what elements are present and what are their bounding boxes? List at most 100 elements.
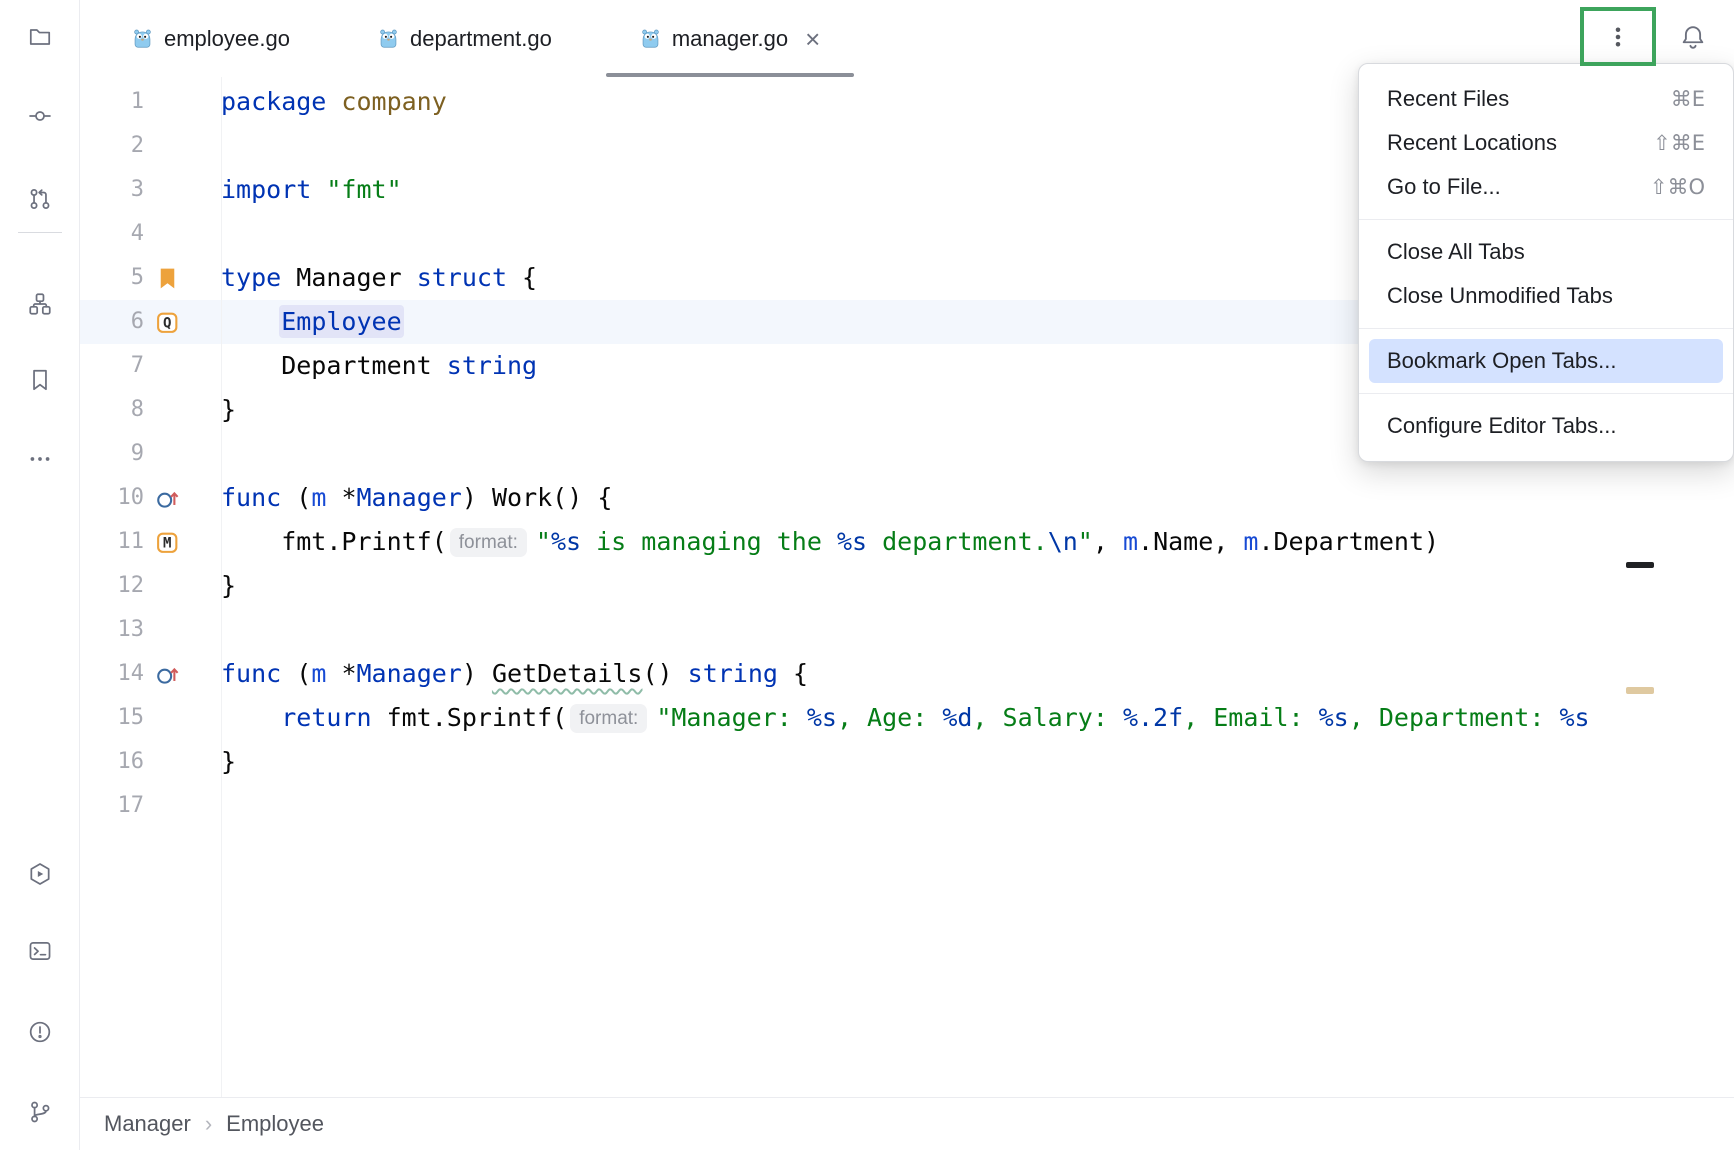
code-text: }	[221, 388, 236, 432]
code-token: m	[1243, 527, 1258, 556]
menu-separator	[1359, 328, 1733, 329]
line-number[interactable]: 12	[80, 564, 144, 608]
override-icon[interactable]	[155, 486, 180, 511]
commit-icon[interactable]	[27, 103, 53, 129]
code-text: package company	[221, 80, 447, 124]
tab-options-icon[interactable]	[1605, 24, 1631, 50]
gutter	[144, 696, 221, 740]
code-token: %s	[551, 527, 581, 556]
gutter	[144, 652, 221, 696]
line-number[interactable]: 16	[80, 740, 144, 784]
line-number[interactable]: 3	[80, 168, 144, 212]
code-token: Manager	[357, 659, 462, 688]
code-token: type	[221, 263, 281, 292]
bookmark-icon[interactable]	[155, 266, 180, 291]
gutter: Q	[144, 300, 221, 344]
gutter: M	[144, 520, 221, 564]
code-text: fmt.Printf(format:"%s is managing the %s…	[221, 520, 1439, 564]
more-tool-windows-icon[interactable]	[27, 446, 53, 472]
code-token: %d	[942, 703, 972, 732]
menu-item-close-unmodified-tabs[interactable]: Close Unmodified Tabs	[1369, 274, 1723, 318]
code-line-14: 14func (m *Manager) GetDetails() string …	[80, 652, 1734, 696]
line-number[interactable]: 5	[80, 256, 144, 300]
line-number[interactable]: 2	[80, 124, 144, 168]
menu-item-recent-files[interactable]: Recent Files⌘E	[1369, 77, 1723, 121]
code-text: type Manager struct {	[221, 256, 537, 300]
line-number[interactable]: 6	[80, 300, 144, 344]
line-number[interactable]: 4	[80, 212, 144, 256]
tab-label: manager.go	[672, 26, 788, 52]
code-token: is managing the	[581, 527, 837, 556]
structure-icon[interactable]	[27, 291, 53, 317]
breadcrumb-item-manager[interactable]: Manager	[104, 1111, 191, 1137]
gutter	[144, 608, 221, 652]
terminal-icon[interactable]	[27, 938, 53, 964]
line-number[interactable]: 13	[80, 608, 144, 652]
code-token: GetDetails	[492, 659, 643, 688]
code-token: \n	[1048, 527, 1078, 556]
breadcrumb-item-employee[interactable]: Employee	[226, 1111, 324, 1137]
tab-employee-go[interactable]: employee.go	[88, 0, 334, 77]
scrollbar-mark-warning	[1626, 687, 1654, 694]
gutter	[144, 168, 221, 212]
breadcrumb-separator: ›	[205, 1111, 212, 1137]
code-token: Manager	[357, 483, 462, 512]
menu-item-label: Close Unmodified Tabs	[1387, 283, 1613, 309]
bookmarks-icon[interactable]	[27, 367, 53, 393]
code-token: m	[1123, 527, 1138, 556]
mnemonic-Q-icon[interactable]: Q	[155, 310, 180, 335]
inlay-hint: format:	[450, 528, 527, 557]
svg-text:Q: Q	[163, 315, 171, 331]
tab-label: employee.go	[164, 26, 290, 52]
override-icon[interactable]	[155, 662, 180, 687]
line-number[interactable]: 1	[80, 80, 144, 124]
code-text: return fmt.Sprintf(format:"Manager: %s, …	[221, 696, 1590, 740]
svg-text:M: M	[163, 535, 171, 551]
code-token: Manager	[281, 263, 416, 292]
line-number[interactable]: 9	[80, 432, 144, 476]
gutter	[144, 432, 221, 476]
code-token: package	[221, 87, 326, 116]
menu-item-bookmark-open-tabs[interactable]: Bookmark Open Tabs...	[1369, 339, 1723, 383]
menu-item-recent-locations[interactable]: Recent Locations⇧⌘E	[1369, 121, 1723, 165]
pull-requests-icon[interactable]	[27, 186, 53, 212]
project-icon[interactable]	[27, 24, 53, 50]
close-tab-icon[interactable]: ×	[805, 26, 820, 52]
menu-item-configure-editor-tabs[interactable]: Configure Editor Tabs...	[1369, 404, 1723, 448]
code-token: .Department)	[1258, 527, 1439, 556]
menu-item-go-to-file[interactable]: Go to File...⇧⌘O	[1369, 165, 1723, 209]
code-token: fmt.Printf(	[221, 527, 447, 556]
line-number[interactable]: 8	[80, 388, 144, 432]
go-file-icon	[640, 28, 661, 49]
menu-item-close-all-tabs[interactable]: Close All Tabs	[1369, 230, 1723, 274]
code-token: %s	[1559, 703, 1589, 732]
line-number[interactable]: 10	[80, 476, 144, 520]
code-text: }	[221, 564, 236, 608]
code-token: }	[221, 395, 236, 424]
line-number[interactable]: 14	[80, 652, 144, 696]
code-text: Employee	[221, 300, 402, 344]
line-number[interactable]: 17	[80, 784, 144, 828]
tab-manager-go[interactable]: manager.go ×	[596, 0, 864, 77]
editor-tabs-options-menu: Recent Files⌘ERecent Locations⇧⌘EGo to F…	[1358, 63, 1734, 462]
line-number[interactable]: 15	[80, 696, 144, 740]
notifications-icon[interactable]	[1679, 23, 1707, 51]
problems-icon[interactable]	[27, 1019, 53, 1045]
version-control-icon[interactable]	[27, 1099, 53, 1125]
code-token: func	[221, 659, 281, 688]
code-token: m	[311, 483, 326, 512]
code-token: func	[221, 483, 281, 512]
code-line-10: 10func (m *Manager) Work() {	[80, 476, 1734, 520]
services-icon[interactable]	[27, 861, 53, 887]
mnemonic-M-icon[interactable]: M	[155, 530, 180, 555]
code-text: }	[221, 740, 236, 784]
code-token	[221, 307, 281, 336]
line-number[interactable]: 11	[80, 520, 144, 564]
line-number[interactable]: 7	[80, 344, 144, 388]
gutter	[144, 344, 221, 388]
code-token: m	[311, 659, 326, 688]
code-line-16: 16}	[80, 740, 1734, 784]
gutter	[144, 388, 221, 432]
tab-department-go[interactable]: department.go	[334, 0, 596, 77]
code-token	[311, 175, 326, 204]
